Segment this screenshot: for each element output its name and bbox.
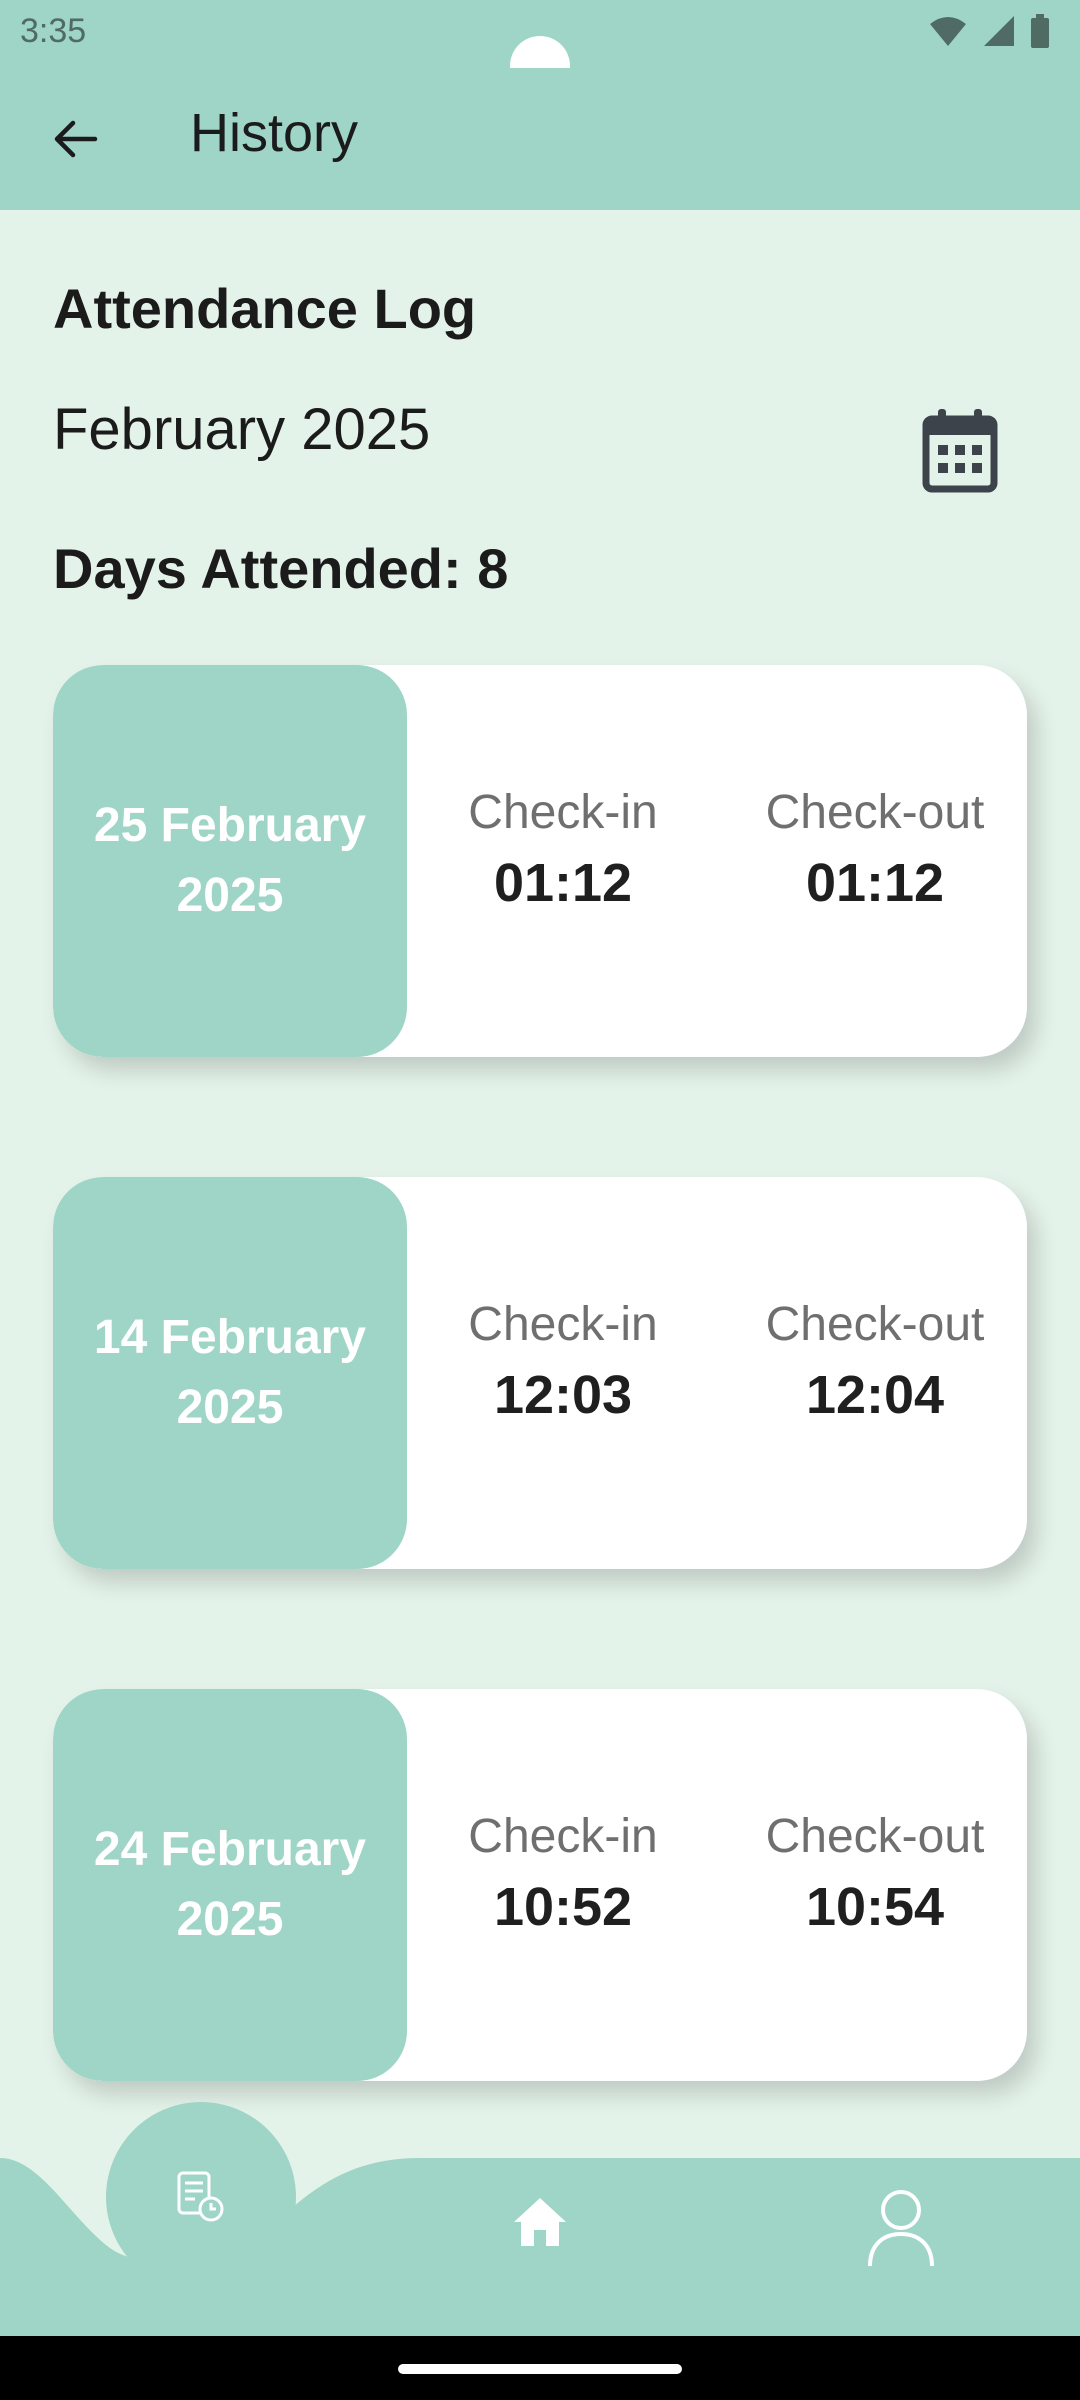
history-nav-button[interactable] [106, 2102, 296, 2292]
check-out-label: Check-out [765, 1298, 985, 1351]
home-nav-button[interactable] [500, 2182, 580, 2262]
card-date-block: 25 February 2025 [53, 665, 407, 1057]
card-date-day: 14 February [93, 1311, 367, 1364]
check-in-column: Check-in 01:12 [423, 783, 703, 923]
check-in-time: 01:12 [493, 853, 633, 913]
check-out-column: Check-out 12:04 [735, 1295, 1015, 1435]
page-title: History [190, 103, 359, 163]
check-in-label: Check-in [468, 786, 658, 839]
card-date-day: 24 February [93, 1823, 367, 1876]
card-date-block: 24 February 2025 [53, 1689, 407, 2081]
check-in-time: 12:03 [493, 1365, 633, 1425]
days-attended-count: Days Attended: 8 [53, 537, 509, 600]
check-in-time: 10:52 [493, 1877, 633, 1937]
card-date-year: 2025 [176, 1381, 284, 1434]
card-date-block: 14 February 2025 [53, 1177, 407, 1569]
history-log-icon [177, 2171, 224, 2222]
month-label: February 2025 [53, 397, 431, 462]
status-time: 3:35 [20, 12, 87, 50]
card-date-year: 2025 [176, 1893, 284, 1946]
check-in-column: Check-in 12:03 [423, 1295, 703, 1435]
wifi-icon [930, 17, 966, 46]
check-in-label: Check-in [468, 1298, 658, 1351]
calendar-button[interactable] [910, 400, 1010, 500]
check-in-label: Check-in [468, 1810, 658, 1863]
attendance-card[interactable]: 24 February 2025 Check-in 10:52 Check-out… [53, 1689, 1027, 2081]
home-gesture-handle[interactable] [398, 2364, 682, 2374]
home-icon [514, 2198, 566, 2246]
card-date: 14 February 2025 [85, 1303, 375, 1443]
check-out-label: Check-out [765, 1810, 985, 1863]
check-out-column: Check-out 10:54 [735, 1807, 1015, 1947]
attendance-card[interactable]: 14 February 2025 Check-in 12:03 Check-out… [53, 1177, 1027, 1569]
section-title: Attendance Log [53, 277, 477, 340]
card-date-year: 2025 [176, 869, 284, 922]
person-icon [868, 2190, 934, 2267]
card-date-day: 25 February [93, 799, 367, 852]
app-bar: History [0, 68, 1080, 210]
check-in-column: Check-in 10:52 [423, 1807, 703, 1947]
check-out-time: 01:12 [805, 853, 945, 913]
arrow-left-icon [54, 120, 98, 158]
back-button[interactable] [40, 104, 110, 174]
check-out-label: Check-out [765, 786, 985, 839]
card-date: 25 February 2025 [85, 791, 375, 931]
check-out-column: Check-out 01:12 [735, 783, 1015, 923]
system-gesture-bar [0, 2336, 1080, 2400]
attendance-card[interactable]: 25 February 2025 Check-in 01:12 Check-out… [53, 665, 1027, 1057]
profile-nav-button[interactable] [856, 2180, 946, 2276]
status-icons [928, 14, 1050, 48]
card-date: 24 February 2025 [85, 1815, 375, 1955]
calendar-icon [922, 409, 998, 493]
signal-icon [984, 16, 1014, 46]
check-out-time: 10:54 [805, 1877, 945, 1937]
battery-icon [1031, 14, 1049, 48]
check-out-time: 12:04 [805, 1365, 945, 1425]
